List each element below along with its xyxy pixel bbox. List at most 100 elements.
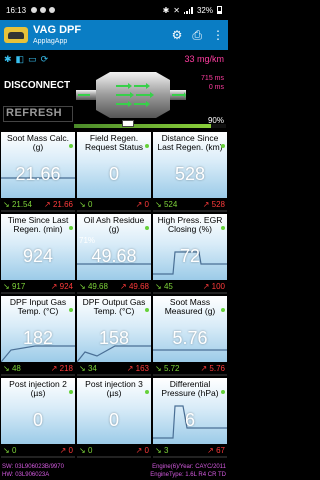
tile-minmax: ↘ 48 ↗ 218 [1, 362, 75, 374]
tile-minmax: ↘ 524 ↗ 528 [153, 198, 227, 210]
parameter-tile[interactable]: Oil Ash Residue (g) 71% 49.68 ↘ 49.68 ↗ 49.6… [77, 214, 151, 294]
tile-minmax: ↘ 917 ↗ 924 [1, 280, 75, 292]
bluetooth-icon: ✱ [4, 54, 12, 64]
parameter-tile[interactable]: DPF Input Gas Temp. (°C) 182 ↘ 48 ↗ 218 [1, 296, 75, 376]
footer-right: Engine(6)/Year: CAYC/2011 EngineType: 1.… [150, 463, 226, 479]
tile-max: ↗ 67 [207, 445, 225, 455]
refresh-cycle-icon: ⟳ [40, 54, 49, 64]
live-indicator-icon [145, 144, 149, 148]
notification-icons [31, 7, 56, 13]
parameter-tile[interactable]: Distance Since Last Regen. (km) 528 ↘ 524 ↗… [153, 132, 227, 212]
settings-gear-icon[interactable]: ⚙ [172, 28, 183, 42]
dpf-marker-icon [122, 120, 134, 127]
tile-value: 49.68 [91, 246, 137, 266]
tile-min-value: 0 [87, 445, 93, 455]
tile-label: Distance Since Last Regen. (km) [157, 133, 223, 153]
tile-min: ↘ 524 [155, 199, 178, 209]
dpf-filter-graphic [76, 72, 186, 118]
parameter-tile[interactable]: Differential Pressure (hPa) 6 ↘ 3 ↗ 67 [153, 378, 227, 458]
tile-min: ↘ 49.68 [79, 281, 108, 291]
tile-value: 0 [32, 410, 43, 430]
tile-minmax: ↘ 5.72 ↗ 5.76 [153, 362, 227, 374]
tile-label: Field Regen. Request Status [84, 133, 144, 153]
tile-label: Soot Mass Measured (g) [164, 297, 216, 317]
parameter-tile[interactable]: DPF Output Gas Temp. (°C) 158 ↘ 34 ↗ 163 [77, 296, 151, 376]
tile-min-value: 3 [163, 445, 169, 455]
tile-minmax: ↘ 21.54 ↗ 21.66 [1, 198, 75, 210]
tile-max-value: 49.68 [128, 281, 149, 291]
parameter-grid: Soot Mass Calc. (g) 21.66 ↘ 21.54 ↗ 21.66 Fi… [1, 132, 227, 462]
status-right: ✱ ✕ 32% [163, 6, 222, 15]
tile-label: Oil Ash Residue (g) [83, 215, 145, 235]
refresh-button[interactable]: REFRESH [3, 106, 73, 122]
software-version: SW: 03L906023B/9970 [2, 464, 64, 470]
car-icon: ◧ [15, 54, 25, 64]
tile-minmax: ↘ 3 ↗ 67 [153, 444, 227, 456]
parameter-tile[interactable]: Soot Mass Calc. (g) 21.66 ↘ 21.54 ↗ 21.66 [1, 132, 75, 212]
tile-value: 182 [22, 328, 54, 348]
connection-icons: ✱ ◧ ▭ ⟳ [4, 54, 48, 65]
signal-icon [183, 6, 193, 14]
tile-max-value: 163 [135, 363, 149, 373]
tile-max-value: 5.76 [209, 363, 225, 373]
tile-min-value: 21.54 [11, 199, 32, 209]
parameter-tile[interactable]: Post injection 2 (µs) 0 ↘ 0 ↗ 0 [1, 378, 75, 458]
app-subtitle: ApplagApp [33, 38, 68, 45]
tile-min: ↘ 0 [79, 199, 93, 209]
tile-max: ↗ 100 [202, 281, 225, 291]
tile-max: ↗ 49.68 [120, 281, 149, 291]
tile-label: Post injection 2 (µs) [9, 379, 67, 399]
tile-max-value: 0 [144, 199, 149, 209]
tile-min-value: 524 [163, 199, 178, 209]
live-indicator-icon [145, 308, 149, 312]
parameter-tile[interactable]: High Press. EGR Closing (%) 72 ↘ 45 ↗ 100 [153, 214, 227, 294]
tile-max-value: 67 [216, 445, 225, 455]
footer-left: SW: 03L906023B/9970 HW: 03L906023A [2, 463, 64, 479]
tile-min-value: 917 [11, 281, 26, 291]
parameter-tile[interactable]: Time Since Last Regen. (min) 924 ↘ 917 ↗ 92… [1, 214, 75, 294]
live-indicator-icon [221, 308, 225, 312]
notification-dot-icon [49, 7, 56, 13]
soot-rate-readout: 33 mg/km [184, 54, 224, 64]
tile-min: ↘ 5.72 [155, 363, 180, 373]
tile-value: 158 [98, 328, 130, 348]
battery-icon [217, 6, 222, 14]
tile-max-value: 924 [59, 281, 73, 291]
dpf-fill-progress-bar [74, 120, 226, 128]
tile-label: DPF Output Gas Temp. (°C) [82, 297, 146, 317]
tile-min-value: 0 [11, 445, 17, 455]
tile-max: ↗ 163 [126, 363, 149, 373]
tile-max: ↗ 218 [50, 363, 73, 373]
tile-min: ↘ 0 [79, 445, 93, 455]
overflow-menu-icon[interactable]: ⋮ [212, 28, 224, 42]
tile-value: 0 [108, 410, 119, 430]
tile-min-value: 0 [87, 199, 93, 209]
tile-min-value: 48 [11, 363, 21, 373]
battery-car-icon: ▭ [28, 54, 37, 64]
live-indicator-icon [69, 144, 73, 148]
app-actions: ⚙ ⎙ ⋮ [172, 28, 224, 43]
tile-max-value: 0 [68, 445, 73, 455]
tile-max: ↗ 0 [59, 445, 73, 455]
notification-dot-icon [40, 7, 47, 13]
notification-dot-icon [31, 7, 38, 13]
tile-extra: 71% [79, 236, 96, 245]
tile-value: 0 [108, 164, 119, 184]
engine-type: EngineType: 1.6L R4 CR TD [150, 472, 226, 478]
parameter-tile[interactable]: Field Regen. Request Status 0 ↘ 0 ↗ 0 [77, 132, 151, 212]
tile-label: DPF Input Gas Temp. (°C) [9, 297, 67, 317]
tile-min: ↘ 0 [3, 445, 17, 455]
parameter-tile[interactable]: Post injection 3 (µs) 0 ↘ 0 ↗ 0 [77, 378, 151, 458]
dpf-status-panel: ✱ ◧ ▭ ⟳ DISCONNECT REFRESH 33 mg/km 715 … [0, 50, 228, 132]
parameter-tile[interactable]: Soot Mass Measured (g) 5.76 ↘ 5.72 ↗ 5.76 [153, 296, 227, 376]
bluetooth-icon: ✱ [162, 5, 170, 15]
tile-max: ↗ 528 [202, 199, 225, 209]
timing-1: 715 ms [201, 75, 224, 82]
print-icon[interactable]: ⎙ [192, 28, 202, 43]
tile-minmax: ↘ 34 ↗ 163 [77, 362, 151, 374]
battery-percent: 32% [196, 5, 213, 15]
live-indicator-icon [145, 390, 149, 394]
disconnect-button[interactable]: DISCONNECT [4, 80, 70, 91]
tile-minmax: ↘ 0 ↗ 0 [77, 198, 151, 210]
tile-label: Post injection 3 (µs) [85, 379, 143, 399]
